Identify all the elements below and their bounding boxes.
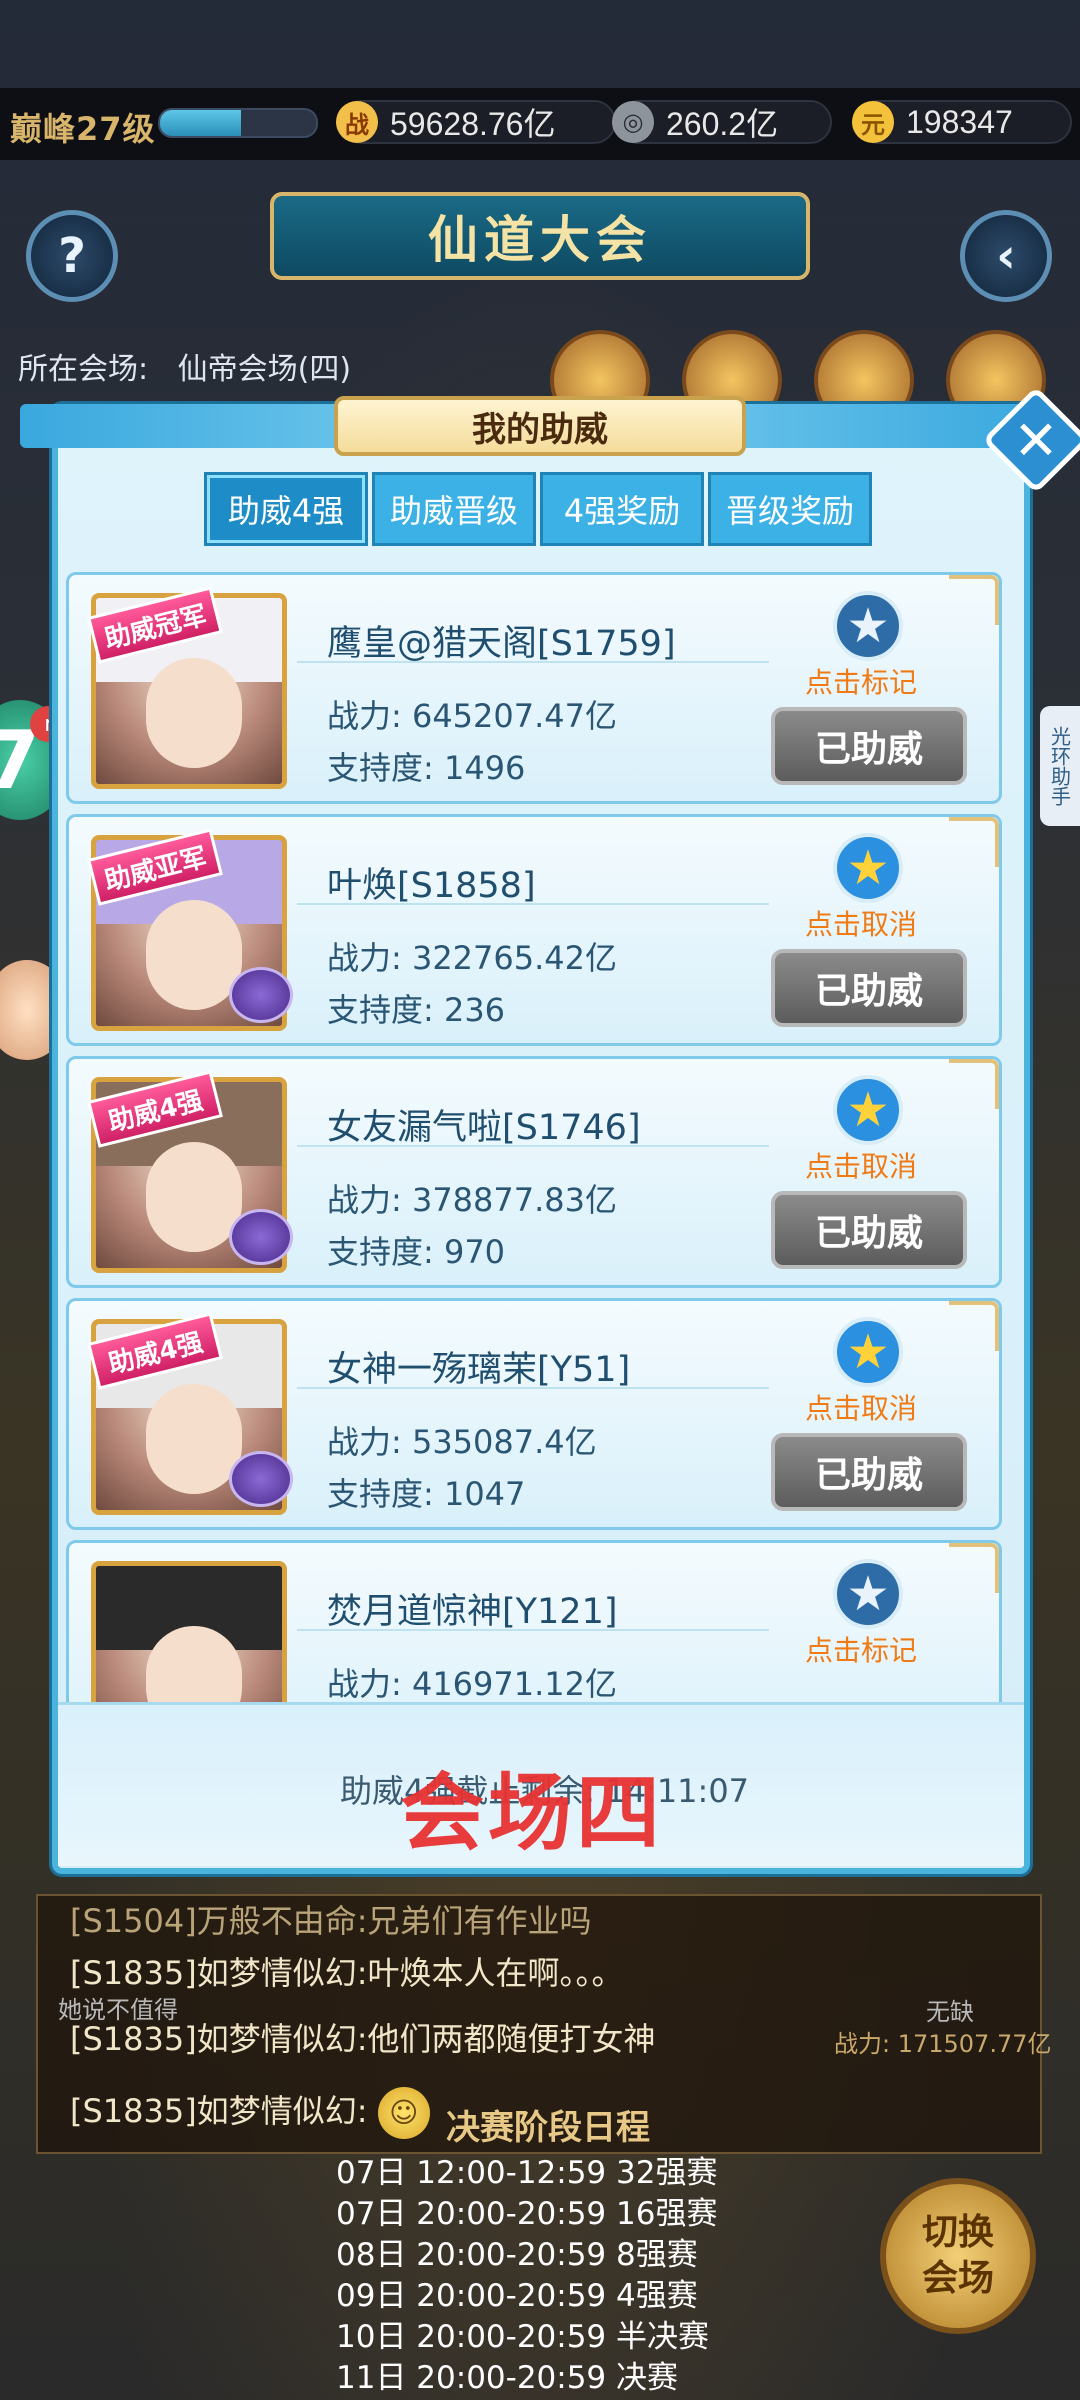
back-button[interactable]: ‹	[960, 210, 1052, 302]
card-divider	[297, 903, 769, 905]
card-corner-ornament	[949, 1301, 999, 1351]
cheered-button[interactable]: 已助威	[771, 707, 967, 785]
player-power: 战力: 322765.42亿	[327, 939, 618, 977]
schedule-row: 07日 12:00-12:59 32强赛	[336, 2155, 718, 2191]
tab-top4-rewards[interactable]: 4强奖励	[540, 472, 704, 546]
gold-ingot-value: 198347	[906, 103, 1013, 140]
star-mark-icon[interactable]: ★	[833, 833, 903, 903]
player-power: 战力: 378877.83亿	[327, 1181, 618, 1219]
rank-emblem-icon	[229, 967, 293, 1023]
player-support: 支持度: 236	[327, 991, 506, 1029]
mark-toggle-label[interactable]: 点击标记	[805, 1629, 917, 1669]
cheered-button[interactable]: 已助威	[771, 1191, 967, 1269]
card-divider	[297, 1145, 769, 1147]
page-title: 仙道大会	[270, 192, 810, 280]
schedule-row: 10日 20:00-20:59 半决赛	[336, 2319, 710, 2355]
copper-coin-icon: ◎	[612, 101, 654, 143]
tab-cheer-top4[interactable]: 助威4强	[204, 472, 368, 546]
schedule-row: 07日 20:00-20:59 16强赛	[336, 2196, 718, 2232]
help-button[interactable]: ?	[26, 210, 118, 302]
modal-tabs: 助威4强 助威晋级 4强奖励 晋级奖励	[204, 472, 872, 546]
watermark-text: 会场四	[400, 1763, 665, 1862]
schedule-row: 11日 20:00-20:59 决赛	[336, 2360, 679, 2396]
player-card: 焚月道惊神[Y121] 战力: 416971.12亿 ★ 点击标记	[66, 1540, 1002, 1702]
close-icon[interactable]: ✕	[998, 402, 1074, 478]
player-avatar[interactable]	[91, 1561, 287, 1702]
avatar-face	[146, 1384, 242, 1494]
star-mark-icon[interactable]: ★	[833, 1075, 903, 1145]
avatar-face	[146, 900, 242, 1010]
player-support: 支持度: 1047	[327, 1475, 526, 1513]
modal-title: 我的助威	[334, 396, 746, 456]
mark-toggle-label[interactable]: 点击取消	[805, 1387, 917, 1427]
card-corner-ornament	[949, 1059, 999, 1109]
halo-assistant-tab[interactable]: 光环助手	[1040, 706, 1080, 826]
cheered-button[interactable]: 已助威	[771, 949, 967, 1027]
player-power: 战力: 645207.47亿	[327, 697, 618, 735]
tab-cheer-advance[interactable]: 助威晋级	[372, 472, 536, 546]
level-progress-fill	[160, 110, 242, 136]
player-name: 焚月道惊神[Y121]	[327, 1592, 618, 1632]
final-schedule: 决赛阶段日程 07日 12:00-12:59 32强赛 07日 20:00-20…	[336, 2100, 717, 2399]
tab-advance-rewards[interactable]: 晋级奖励	[708, 472, 872, 546]
cheered-button[interactable]: 已助威	[771, 1433, 967, 1511]
player-support: 支持度: 1496	[327, 749, 526, 787]
level-label: 巅峰27级	[10, 110, 156, 148]
card-divider	[297, 1387, 769, 1389]
mark-toggle-label[interactable]: 点击取消	[805, 1145, 917, 1185]
copper-coin-value: 260.2亿	[666, 106, 779, 142]
avatar-face	[146, 658, 242, 768]
gold-ingot-icon: 元	[852, 101, 894, 143]
back-arrow-icon: ‹	[996, 228, 1016, 284]
copper-coin-display: ◎ 260.2亿	[612, 100, 832, 144]
chat-line: [S1835]如梦情似幻:叶焕本人在啊。。。	[70, 1954, 624, 1992]
player-name: 女友漏气啦[S1746]	[327, 1108, 641, 1148]
card-corner-ornament	[949, 817, 999, 867]
battle-power-value: 59628.76亿	[390, 106, 556, 142]
player-power: 战力: 535087.4亿	[327, 1423, 597, 1461]
level-progress-bar	[158, 108, 318, 138]
venue-info: 所在会场: 仙帝会场(四)	[18, 344, 351, 388]
player-card: 助威4强 女友漏气啦[S1746] 战力: 378877.83亿 支持度: 970 ★ 点…	[66, 1056, 1002, 1288]
switch-venue-label: 切换 会场	[921, 2212, 994, 2299]
star-mark-icon[interactable]: ★	[833, 1559, 903, 1629]
chat-line: [S1504]万般不由命:兄弟们有作业吗	[70, 1902, 592, 1940]
star-mark-icon[interactable]: ★	[833, 1317, 903, 1387]
bg-player-name: 她说不值得	[58, 1996, 178, 2024]
card-divider	[297, 1629, 769, 1631]
card-divider	[297, 661, 769, 663]
player-card: 助威冠军 鹰皇@猎天阁[S1759] 战力: 645207.47亿 支持度: 1496…	[66, 572, 1002, 804]
battle-power-display: 战 59628.76亿	[336, 100, 616, 144]
mark-toggle-label[interactable]: 点击取消	[805, 903, 917, 943]
schedule-row: 09日 20:00-20:59 4强赛	[336, 2278, 698, 2314]
battle-power-icon: 战	[336, 101, 378, 143]
gold-ingot-display: 元 198347	[852, 100, 1072, 144]
card-corner-ornament	[949, 575, 999, 625]
switch-venue-button[interactable]: 切换 会场	[880, 2178, 1036, 2334]
avatar-face	[146, 1142, 242, 1252]
player-name: 叶焕[S1858]	[327, 866, 536, 906]
bg-player-power: 战力: 171507.77亿	[834, 2030, 1052, 2058]
cheer-list[interactable]: 助威冠军 鹰皇@猎天阁[S1759] 战力: 645207.47亿 支持度: 1496…	[66, 572, 1006, 1702]
mark-toggle-label[interactable]: 点击标记	[805, 661, 917, 701]
player-name: 鹰皇@猎天阁[S1759]	[327, 624, 676, 664]
venue-value: 仙帝会场(四)	[177, 352, 352, 387]
player-card: 助威4强 女神一殇璃茉[Y51] 战力: 535087.4亿 支持度: 1047 ★ 点击…	[66, 1298, 1002, 1530]
bg-player-name: 无缺	[926, 1998, 974, 2026]
schedule-title: 决赛阶段日程	[446, 2108, 650, 2148]
chat-line-text: [S1835]如梦情似幻:	[70, 2092, 368, 2130]
venue-label: 所在会场:	[18, 352, 149, 387]
rank-emblem-icon	[229, 1451, 293, 1507]
question-icon: ?	[58, 228, 86, 284]
player-power: 战力: 416971.12亿	[327, 1665, 618, 1702]
star-mark-icon[interactable]: ★	[833, 591, 903, 661]
rank-emblem-icon	[229, 1209, 293, 1265]
player-card: 助威亚军 叶焕[S1858] 战力: 322765.42亿 支持度: 236 ★ 点击取消…	[66, 814, 1002, 1046]
player-support: 支持度: 970	[327, 1233, 506, 1271]
card-corner-ornament	[949, 1543, 999, 1593]
schedule-row: 08日 20:00-20:59 8强赛	[336, 2237, 698, 2273]
player-name: 女神一殇璃茉[Y51]	[327, 1350, 631, 1390]
